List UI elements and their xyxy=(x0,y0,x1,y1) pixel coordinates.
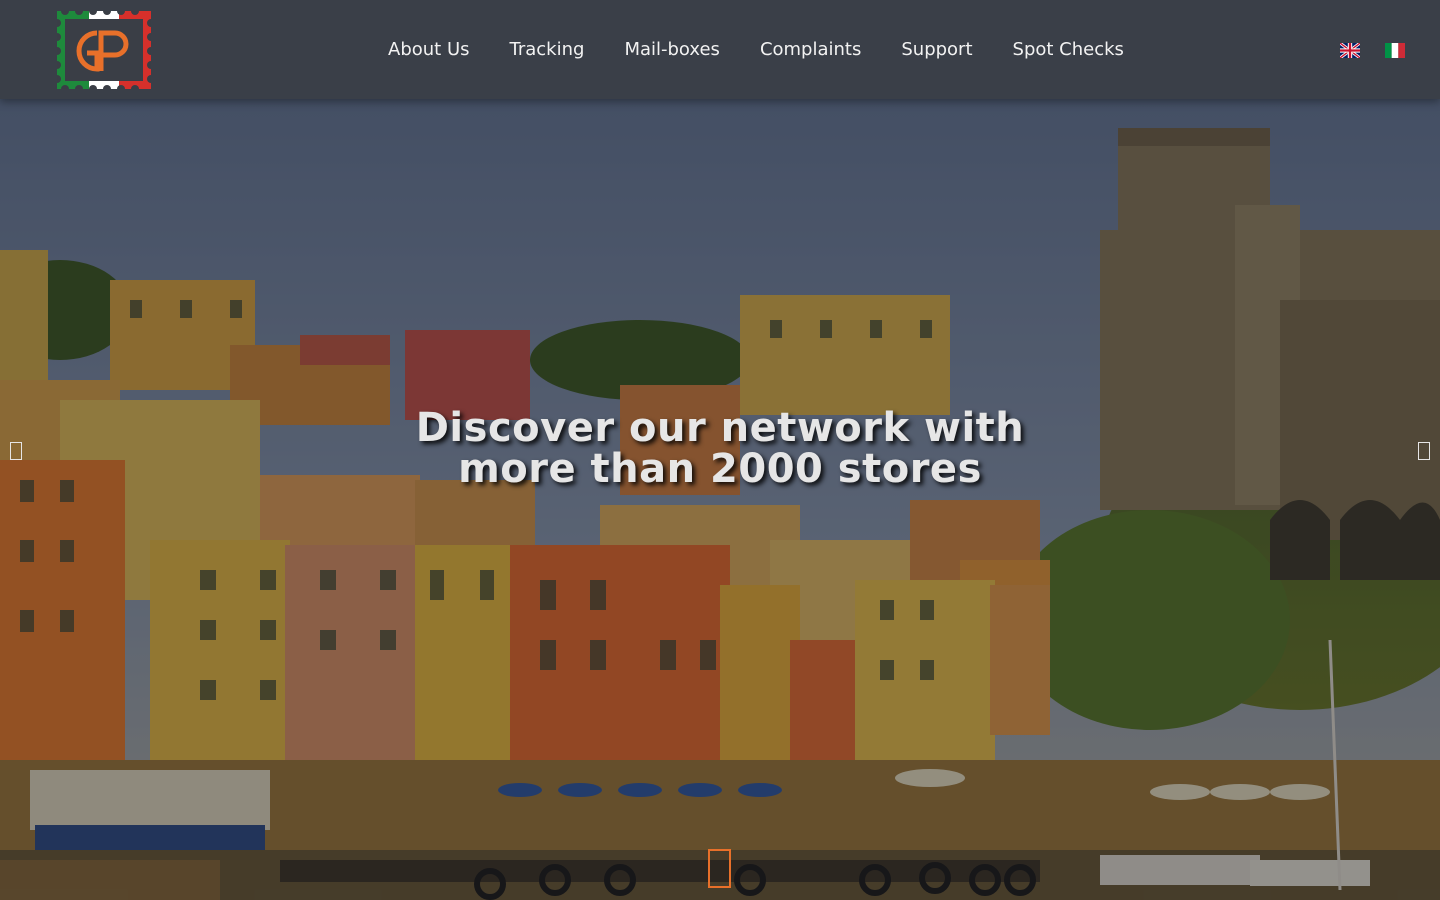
carousel-indicator-active[interactable] xyxy=(708,849,731,888)
nav-complaints[interactable]: Complaints xyxy=(760,37,861,63)
nav-tracking[interactable]: Tracking xyxy=(510,37,585,63)
nav-spot-checks[interactable]: Spot Checks xyxy=(1013,37,1124,63)
logo-icon xyxy=(53,7,155,93)
hero-headline: Discover our network with more than 2000… xyxy=(380,408,1060,490)
italy-flag-icon[interactable] xyxy=(1385,43,1405,58)
carousel-next-button[interactable] xyxy=(1418,442,1430,460)
site-header: About Us Tracking Mail-boxes Complaints … xyxy=(0,0,1440,99)
carousel-prev-button[interactable] xyxy=(10,442,22,460)
nav-support[interactable]: Support xyxy=(901,37,972,63)
main-navigation: About Us Tracking Mail-boxes Complaints … xyxy=(388,37,1124,63)
carousel-indicators xyxy=(708,849,731,888)
nav-about-us[interactable]: About Us xyxy=(388,37,470,63)
uk-flag-icon[interactable] xyxy=(1340,43,1360,58)
hero-headline-line1: Discover our network with xyxy=(415,405,1025,451)
hero-headline-line2: more than 2000 stores xyxy=(458,446,982,492)
nav-mail-boxes[interactable]: Mail-boxes xyxy=(624,37,720,63)
brand-logo[interactable] xyxy=(53,7,155,93)
